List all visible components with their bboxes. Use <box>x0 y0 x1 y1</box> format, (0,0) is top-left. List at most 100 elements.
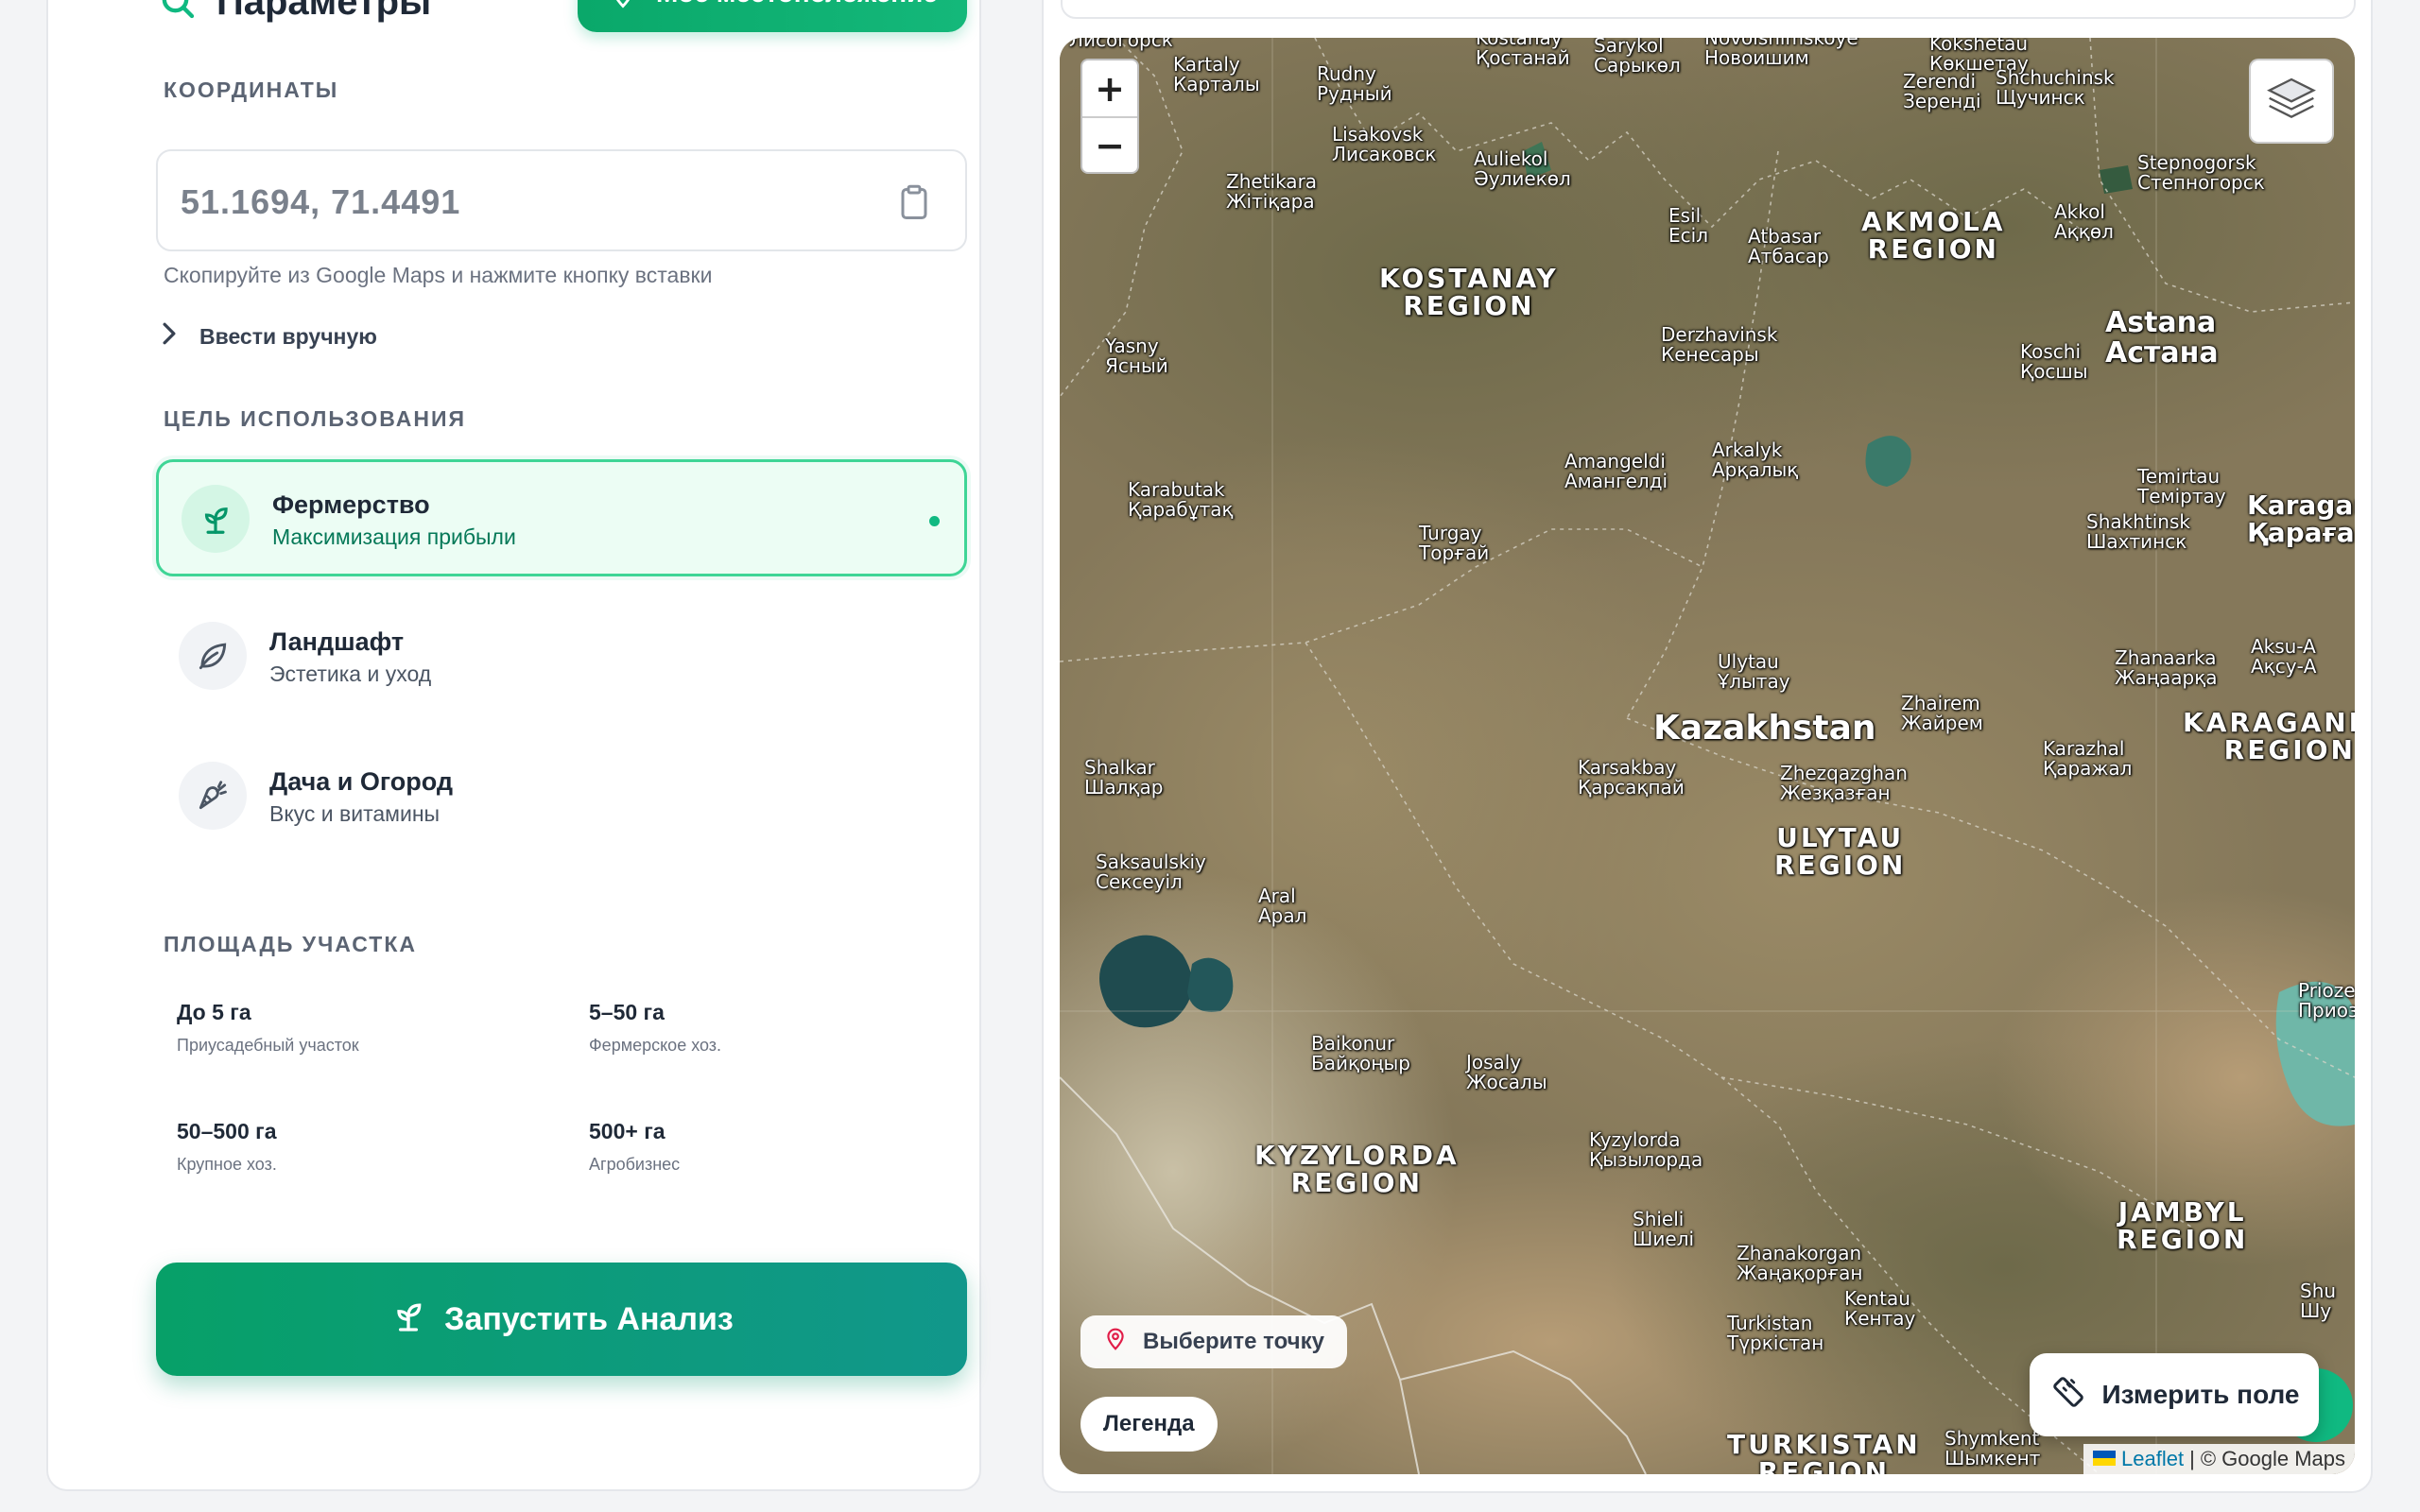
map-label-city: Zhetikara Жітіқара <box>1226 170 1318 213</box>
map-label-city: Amangeldi Амангелді <box>1564 450 1668 492</box>
map-top-strip <box>1061 0 2356 19</box>
map-label-city: Koschi Қосшы <box>2020 340 2088 383</box>
area-title: До 5 га <box>177 1000 251 1024</box>
map-label-city: Shymkent Шымкент <box>1945 1427 2041 1469</box>
area-option-medium[interactable]: 5–50 га Фермерское хоз. <box>589 1000 967 1094</box>
purpose-subtitle: Эстетика и уход <box>269 662 432 686</box>
map-label-city: Rudny Рудный <box>1317 62 1392 105</box>
purpose-option-garden[interactable]: Дача и Огород Вкус и витамины <box>156 739 967 856</box>
manual-entry-label: Ввести вручную <box>199 323 377 349</box>
area-subtitle: Приусадебный участок <box>177 1036 359 1055</box>
map-label-city: Aksu-A Ақсу-А <box>2251 635 2317 678</box>
map-label-city: Sarykol Сарыкөл <box>1594 38 1681 77</box>
map-label-city: Zhairem Жайрем <box>1901 692 1983 734</box>
layers-button[interactable] <box>2249 59 2334 144</box>
purpose-option-landscape[interactable]: Ландшафт Эстетика и уход <box>156 599 967 716</box>
attribution-separator: | <box>2189 1447 2195 1470</box>
ukraine-flag-icon <box>2093 1447 2117 1471</box>
area-subtitle: Фермерское хоз. <box>589 1036 722 1055</box>
map-label-city: Saksaulskiy Сексеуіл <box>1096 850 1206 893</box>
run-analysis-button[interactable]: Запустить Анализ <box>156 1263 967 1376</box>
pick-point-hint: Выберите точку <box>1080 1315 1347 1368</box>
map-label-city: Arkalyk Арқалық <box>1712 438 1799 481</box>
layers-icon <box>2265 73 2318 130</box>
map-label-city: Lisakovsk Лисаковск <box>1332 123 1437 165</box>
map-label-city: Atbasar Атбасар <box>1748 225 1829 267</box>
zoom-control: + − <box>1080 59 1139 174</box>
coordinates-label: КООРДИНАТЫ <box>164 77 339 102</box>
area-label: ПЛОЩАДЬ УЧАСТКА <box>164 932 418 956</box>
map-label-region: AKMOLA REGION <box>1861 206 2006 266</box>
coordinates-input[interactable] <box>181 176 842 229</box>
map-label-city: Zhanaarka Жаңаарқа <box>2115 646 2218 689</box>
satellite-terrain <box>1060 38 2355 1474</box>
map-label-region: KYZYLORDA REGION <box>1254 1140 1460 1199</box>
map-label-city: Esil Есіл <box>1668 204 1708 247</box>
map-label-city: Novoishimskoye Новоишим <box>1704 38 1858 69</box>
map-label-city: Kentau Кентау <box>1844 1287 1916 1330</box>
map-label-city: Kostanay Қостанай <box>1476 38 1570 69</box>
map-pin-icon <box>1103 1326 1128 1359</box>
map-label-city: Shu Шу <box>2300 1280 2337 1322</box>
map-label-city: Baikonur Байқоңыр <box>1311 1032 1410 1074</box>
search-icon <box>158 0 198 22</box>
map-label-region: TURKISTAN REGION <box>1727 1429 1921 1474</box>
map-label-city: Shieli Шиелі <box>1633 1208 1695 1250</box>
map-label-city: Shalkar Шалқар <box>1084 756 1164 799</box>
map-label-city: Kartaly Карталы <box>1173 53 1260 95</box>
purpose-option-farming[interactable]: Фермерство Максимизация прибыли <box>156 459 967 576</box>
measure-field-label: Измерить поле <box>2101 1380 2300 1409</box>
leaflet-link[interactable]: Leaflet <box>2121 1447 2184 1471</box>
map-label-city: Auliekol Әулиекөл <box>1474 147 1571 190</box>
panel-header: Параметры <box>158 0 431 28</box>
google-maps-attribution: © Google Maps <box>2200 1447 2345 1470</box>
zoom-out-button[interactable]: − <box>1082 116 1137 172</box>
map-label-city: Ulytau Ұлытау <box>1718 650 1790 693</box>
map-label-city: Shchuchinsk Щучинск <box>1996 66 2115 109</box>
map-label-region: KOSTANAY REGION <box>1379 263 1559 322</box>
area-title: 50–500 га <box>177 1119 277 1143</box>
map-label-city: Karabutak Қарабұтақ <box>1128 478 1234 521</box>
my-location-button[interactable]: Моё местоположение <box>578 0 967 32</box>
chevron-right-icon <box>160 321 179 352</box>
map-label-city: Turkistan Түркістан <box>1727 1312 1824 1354</box>
map-label-city: Karazhal Қаражал <box>2043 737 2133 780</box>
map-label-country: Kazakhstan <box>1653 709 1876 747</box>
map-label-city: Derzhavinsk Кенесары <box>1661 323 1778 366</box>
map-label-city: Priozе Приоз <box>2298 979 2355 1022</box>
manual-entry-toggle[interactable]: Ввести вручную <box>160 321 377 352</box>
map-label-city: Karsakbay Қарсақпай <box>1578 756 1685 799</box>
area-option-agrobusiness[interactable]: 500+ га Агробизнес <box>589 1119 967 1213</box>
satellite-map[interactable]: Лисогорск Kostanay Қостанай Sarykol Сары… <box>1060 38 2355 1474</box>
pick-point-label: Выберите точку <box>1143 1329 1324 1354</box>
map-label-city: Turgay Торғай <box>1419 522 1490 564</box>
map-label-city: Shakhtinsk Шахтинск <box>2086 510 2190 553</box>
area-title: 5–50 га <box>589 1000 665 1024</box>
map-label-city: Karagan Қараған <box>2247 490 2355 549</box>
measure-field-button[interactable]: Измерить поле <box>2030 1353 2319 1436</box>
area-option-small[interactable]: До 5 га Приусадебный участок <box>177 1000 555 1094</box>
area-title: 500+ га <box>589 1119 666 1143</box>
zoom-in-button[interactable]: + <box>1082 60 1137 116</box>
map-label-region: KARAGANDA REGION <box>2183 707 2355 766</box>
sprout-icon <box>389 1297 427 1343</box>
map-label-city: Zhezqazghan Жезқазған <box>1780 762 1908 804</box>
selected-indicator-dot <box>929 516 940 526</box>
map-label-city: Kyzylorda Қызылорда <box>1589 1128 1703 1171</box>
map-label-city: Aral Арал <box>1258 885 1307 927</box>
purpose-subtitle: Максимизация прибыли <box>272 524 516 549</box>
map-label-city: Stepnogorsk Степногорск <box>2137 151 2265 194</box>
area-option-large[interactable]: 50–500 га Крупное хоз. <box>177 1119 555 1213</box>
clipboard-paste-icon[interactable] <box>890 178 939 227</box>
map-attribution: Leaflet | © Google Maps <box>2083 1444 2355 1474</box>
purpose-subtitle: Вкус и витамины <box>269 801 441 826</box>
area-subtitle: Агробизнес <box>589 1155 681 1174</box>
coordinates-field[interactable] <box>156 149 967 251</box>
map-label-city: Akkol Аққөл <box>2054 200 2114 243</box>
ruler-icon <box>2049 1373 2087 1418</box>
panel-title: Параметры <box>216 0 432 23</box>
map-label-city: Zhanakorgan Жаңақорған <box>1737 1242 1863 1284</box>
map-label-region: JAMBYL REGION <box>2117 1196 2249 1256</box>
legend-button[interactable]: Легенда <box>1080 1397 1218 1452</box>
purpose-title: Ландшафт <box>269 627 405 656</box>
